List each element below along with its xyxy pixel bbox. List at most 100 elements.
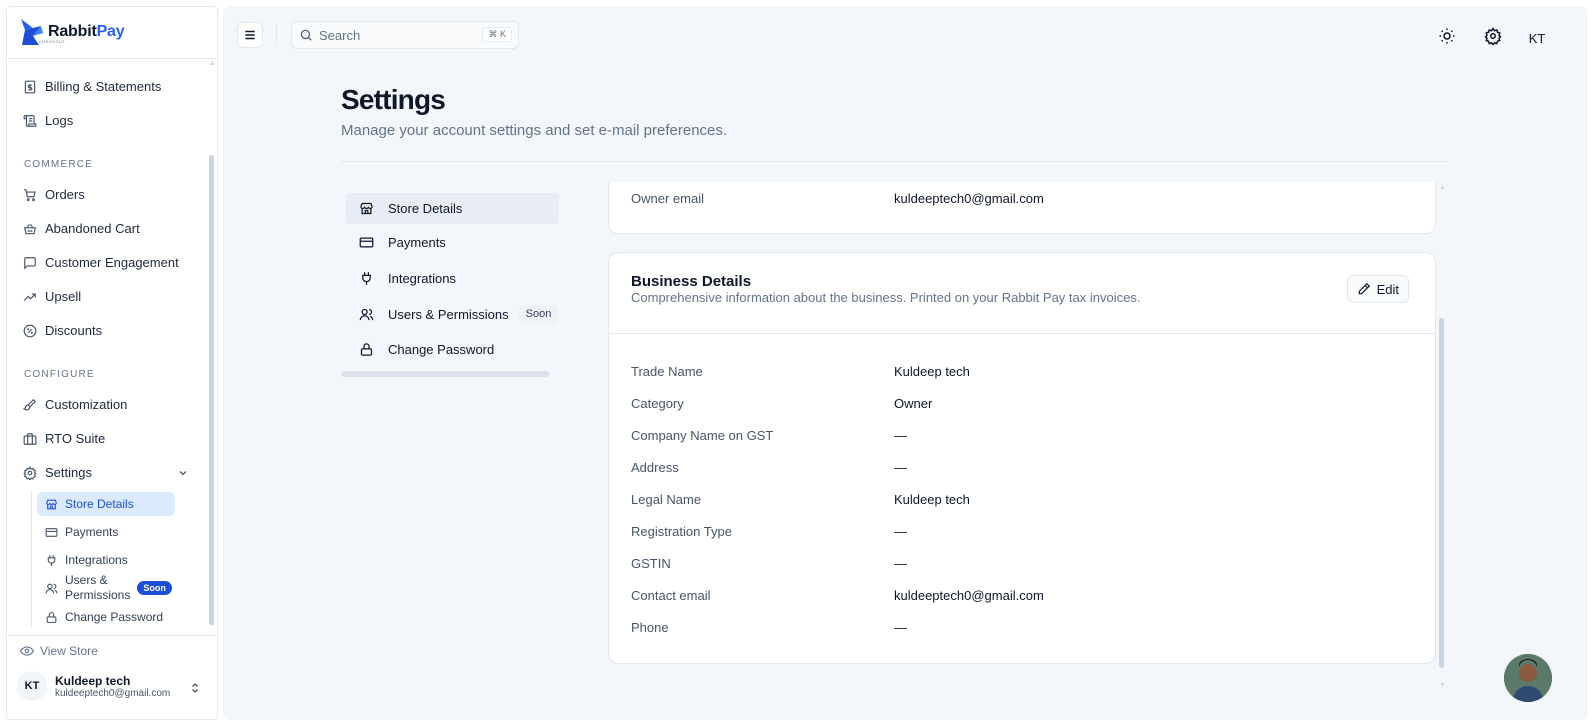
field-label: Phone <box>631 620 669 635</box>
briefcase-icon <box>23 432 37 445</box>
card-description: Comprehensive information about the busi… <box>631 290 1141 305</box>
sidebar-item-logs[interactable]: Logs <box>23 113 73 128</box>
owner-email-label: Owner email <box>631 191 704 206</box>
receipt-icon <box>24 80 36 93</box>
settings-nav-label: Store Details <box>388 201 463 216</box>
sidebar-subitem-payments[interactable]: Payments <box>45 525 118 539</box>
field-label: Category <box>631 396 684 411</box>
brand-logo[interactable]: RabbitPay <box>19 17 125 47</box>
sidebar-subitem-label: Change Password <box>65 610 164 624</box>
shortcut-hint: ⌘ K <box>482 27 512 42</box>
sidebar-item-label: Logs <box>45 113 74 128</box>
sidebar-item-abandoned-cart[interactable]: Abandoned Cart <box>23 221 140 236</box>
search-bar[interactable]: ⌘ K <box>291 21 519 49</box>
sidebar-item-upsell[interactable]: Upsell <box>23 289 81 304</box>
sidebar-item-settings[interactable]: Settings <box>23 465 189 480</box>
field-label: Trade Name <box>631 364 703 379</box>
sidebar-item-billing[interactable]: Billing & Statements <box>23 79 161 94</box>
sidebar-subitem-label: Store Details <box>65 497 134 511</box>
sun-icon[interactable] <box>1438 27 1456 45</box>
scroll-down-arrow[interactable]: ▼ <box>209 621 216 628</box>
card-title: Business Details <box>631 273 752 290</box>
sidebar-item-discounts[interactable]: Discounts <box>23 323 102 338</box>
sidebar-subitem-change-password[interactable]: Change Password <box>45 610 163 624</box>
settings-content[interactable]: Owner email kuldeeptech0@gmail.com Busin… <box>608 182 1436 692</box>
settings-nav-label: Integrations <box>388 271 456 286</box>
message-square-icon <box>24 256 36 270</box>
settings-nav-scrollbar[interactable] <box>341 371 549 377</box>
field-value: — <box>894 556 907 571</box>
edit-button[interactable]: Edit <box>1346 275 1409 303</box>
edit-label: Edit <box>1376 281 1399 297</box>
chevrons-up-down-icon[interactable] <box>189 681 201 695</box>
sidebar-item-label: Discounts <box>45 323 103 338</box>
section-commerce: COMMERCE <box>24 159 94 170</box>
menu-toggle-button[interactable] <box>237 22 263 48</box>
user-avatar-button[interactable]: KT <box>1521 22 1553 54</box>
content-scrollbar-thumb[interactable] <box>1439 318 1444 668</box>
search-input[interactable] <box>319 27 479 43</box>
view-store-label: View Store <box>40 644 98 658</box>
settings-nav-users-permissions[interactable]: Users & Permissions Soon <box>346 305 559 323</box>
settings-nav-store-details[interactable]: Store Details <box>346 193 559 224</box>
sidebar-item-rto-suite[interactable]: RTO Suite <box>23 431 105 446</box>
sidebar-subitem-users-permissions[interactable]: Users & Permissions Soon <box>45 573 172 603</box>
sidebar-item-orders[interactable]: Orders <box>23 187 85 202</box>
sidebar-subitem-label: Integrations <box>65 553 128 567</box>
settings-nav-label: Payments <box>388 235 446 250</box>
page-subtitle: Manage your account settings and set e-m… <box>341 122 728 139</box>
scroll-down-arrow[interactable]: ▼ <box>1439 682 1446 689</box>
field-label: Company Name on GST <box>631 428 774 443</box>
eye-icon <box>20 646 34 656</box>
sidebar-item-label: Upsell <box>45 289 82 304</box>
user-info: Kuldeep tech kuldeeptech0@gmail.com <box>55 674 170 699</box>
toolbar-divider <box>276 24 277 46</box>
page-title: Settings <box>341 84 446 115</box>
user-account-switcher[interactable]: KT Kuldeep tech kuldeeptech0@gmail.com <box>17 671 170 701</box>
basket-icon <box>24 223 36 234</box>
field-label: Legal Name <box>631 492 702 507</box>
divider <box>341 161 1448 162</box>
divider <box>7 635 217 636</box>
scroll-icon <box>23 114 37 127</box>
sidebar-item-label: Customer Engagement <box>45 255 179 270</box>
sidebar-item-label: RTO Suite <box>45 431 106 446</box>
sidebar-subitem-label: Payments <box>65 525 119 539</box>
plug-icon <box>362 272 371 285</box>
owner-card: Owner email kuldeeptech0@gmail.com <box>608 182 1436 234</box>
field-label: Contact email <box>631 588 711 603</box>
settings-nav-integrations[interactable]: Integrations <box>346 271 456 286</box>
sidebar-scroll-area[interactable]: Billing & Statements Logs COMMERCE Order… <box>7 59 217 635</box>
scroll-up-arrow[interactable]: ▲ <box>209 60 216 67</box>
search-icon <box>300 29 312 41</box>
sidebar-subitem-integrations[interactable]: Integrations <box>45 553 128 567</box>
main-panel: ⌘ K KT Settings Manage your account sett… <box>223 6 1588 720</box>
sidebar-item-customization[interactable]: Customization <box>23 397 127 412</box>
business-details-card: Business Details Comprehensive informati… <box>608 252 1436 664</box>
menu-icon <box>245 30 255 40</box>
sidebar-subitem-store-details[interactable]: Store Details <box>37 492 175 516</box>
view-store-link[interactable]: View Store <box>20 644 98 658</box>
field-label: Registration Type <box>631 524 732 539</box>
support-chat-avatar[interactable] <box>1504 654 1552 702</box>
settings-nav-label: Users & Permissions <box>388 306 509 322</box>
settings-nav-label: Change Password <box>388 342 495 357</box>
plug-icon <box>47 554 56 566</box>
section-configure: CONFIGURE <box>24 369 95 380</box>
gear-icon[interactable] <box>1484 27 1502 45</box>
settings-nav-change-password[interactable]: Change Password <box>346 342 494 357</box>
sidebar-subitem-label: Users & Permissions <box>65 573 131 602</box>
user-name: Kuldeep tech <box>55 673 131 688</box>
field-value: Kuldeep tech <box>894 492 970 507</box>
settings-nav-payments[interactable]: Payments <box>346 235 446 250</box>
sidebar-item-label: Customization <box>45 397 128 412</box>
sidebar-item-customer-engagement[interactable]: Customer Engagement <box>23 255 179 270</box>
submenu-guide-line <box>31 490 32 628</box>
divider <box>609 333 1435 334</box>
scroll-up-arrow[interactable]: ▲ <box>1439 184 1446 191</box>
field-value: — <box>894 460 907 475</box>
field-value: Kuldeep tech <box>894 364 970 379</box>
sidebar-scrollbar-thumb[interactable] <box>209 155 214 625</box>
store-icon <box>46 499 57 509</box>
user-email: kuldeeptech0@gmail.com <box>55 687 171 699</box>
